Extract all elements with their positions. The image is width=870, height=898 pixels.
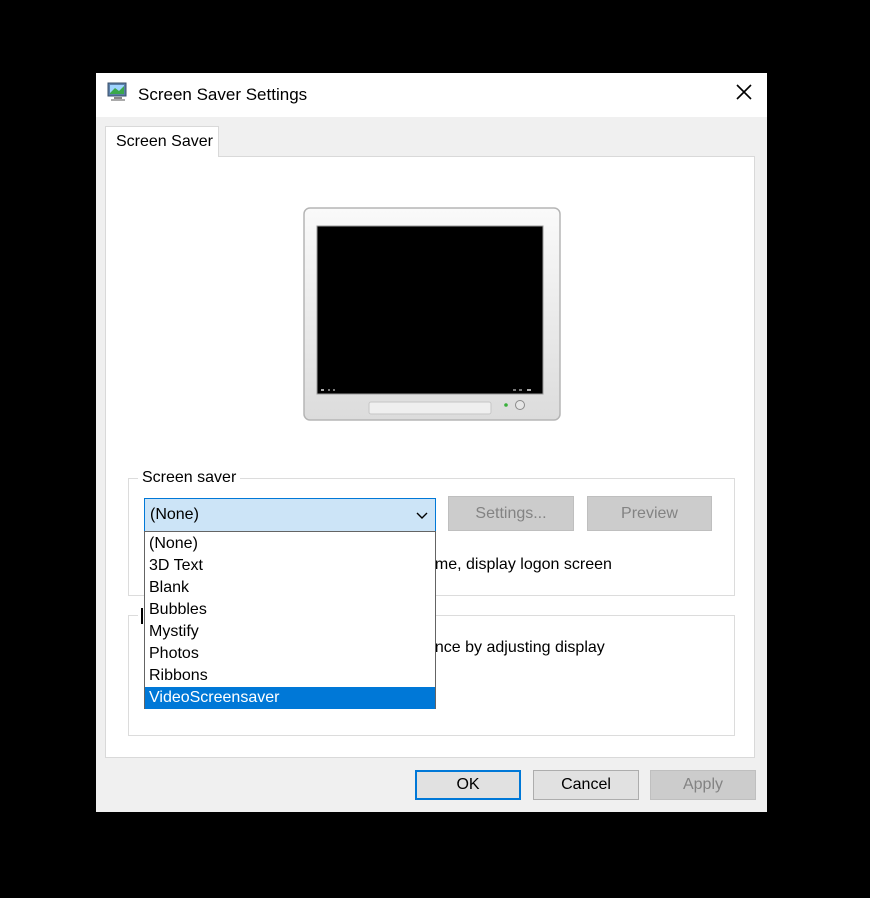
- dropdown-option-photos[interactable]: Photos: [145, 643, 435, 665]
- dropdown-option-mystify[interactable]: Mystify: [145, 621, 435, 643]
- apply-button[interactable]: Apply: [650, 770, 756, 800]
- close-icon: [735, 83, 753, 106]
- dropdown-option-ribbons[interactable]: Ribbons: [145, 665, 435, 687]
- tab-label: Screen Saver: [116, 133, 213, 150]
- ok-button[interactable]: OK: [415, 770, 521, 800]
- power-management-text: ance by adjusting display: [426, 639, 605, 656]
- preview-button[interactable]: Preview: [587, 496, 712, 531]
- screen-saver-select[interactable]: (None): [144, 498, 436, 532]
- monitor-preview-image: [303, 207, 561, 421]
- close-button[interactable]: [726, 77, 762, 111]
- resume-logon-checkbox-label[interactable]: ume, display logon screen: [426, 556, 612, 574]
- chevron-down-icon: [415, 509, 429, 521]
- title-bar[interactable]: Screen Saver Settings: [96, 73, 767, 117]
- dropdown-option-bubbles[interactable]: Bubbles: [145, 599, 435, 621]
- window-title: Screen Saver Settings: [138, 85, 308, 104]
- dropdown-option-none[interactable]: (None): [145, 533, 435, 555]
- tab-screen-saver[interactable]: Screen Saver: [105, 126, 219, 157]
- screen-saver-select-value: (None): [150, 506, 199, 523]
- settings-button[interactable]: Settings...: [448, 496, 574, 531]
- cancel-button[interactable]: Cancel: [533, 770, 639, 800]
- screen-saver-dropdown-list: (None) 3D Text Blank Bubbles Mystify Pho…: [144, 531, 436, 709]
- dropdown-option-videoscreensaver[interactable]: VideoScreensaver: [145, 687, 435, 709]
- screen-saver-monitor-icon: [107, 81, 129, 103]
- screen-saver-group-label: Screen saver: [138, 469, 241, 487]
- dialog-window: Screen Saver Settings Screen Saver Scree…: [96, 73, 767, 812]
- dropdown-option-3d-text[interactable]: 3D Text: [145, 555, 435, 577]
- dropdown-option-blank[interactable]: Blank: [145, 577, 435, 599]
